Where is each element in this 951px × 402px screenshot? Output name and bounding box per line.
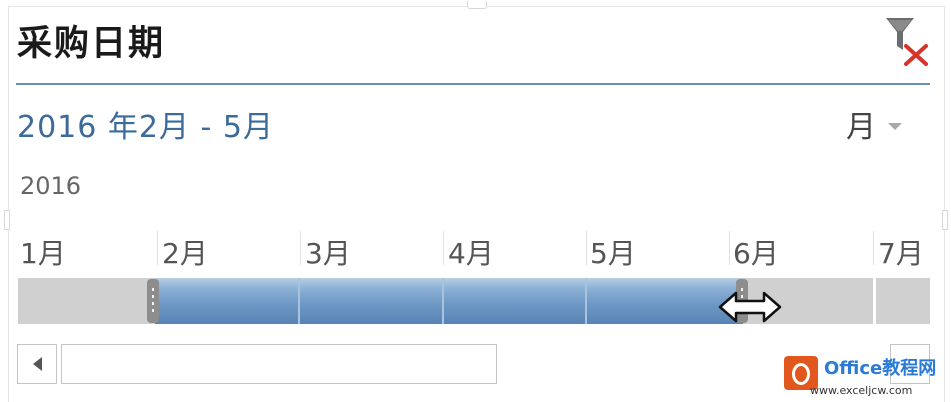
month-label-2: 2月 <box>162 237 208 270</box>
selected-range-label: 2016 年2月 - 5月 <box>17 110 274 145</box>
selection-period-divider <box>442 278 444 324</box>
selection-period-divider <box>585 278 587 324</box>
timeline-selection[interactable] <box>155 278 743 324</box>
scroll-left-button[interactable] <box>17 344 57 384</box>
selection-period-divider <box>298 278 300 324</box>
month-tick <box>157 231 158 265</box>
selection-start-handle[interactable] <box>147 279 159 323</box>
month-label-3: 3月 <box>305 237 351 270</box>
resize-handle-right[interactable] <box>942 210 948 230</box>
month-tick <box>729 231 730 265</box>
month-label-1: 1月 <box>20 237 66 270</box>
year-label: 2016 <box>20 172 82 200</box>
resize-handle-left[interactable] <box>4 210 10 230</box>
time-level-dropdown[interactable]: 月 <box>846 104 902 145</box>
month-label-5: 5月 <box>590 237 636 270</box>
horizontal-resize-cursor-icon <box>718 291 782 323</box>
slicer-title: 采购日期 <box>17 24 166 64</box>
time-level-label: 月 <box>846 110 876 145</box>
timeline-scrollbar-thumb[interactable] <box>61 344 497 384</box>
month-label-4: 4月 <box>448 237 494 270</box>
chevron-down-icon <box>888 122 902 130</box>
watermark-url: www.exceljcw.com <box>810 384 913 397</box>
clear-filter-button[interactable] <box>882 16 932 68</box>
month-tick <box>300 231 301 265</box>
filter-clear-icon <box>886 18 928 66</box>
month-tick <box>443 231 444 265</box>
watermark-name: Office教程网 <box>824 358 937 379</box>
track-period-divider <box>873 278 876 324</box>
month-label-7: 7月 <box>878 237 924 270</box>
month-tick <box>586 231 587 265</box>
title-divider <box>16 83 930 85</box>
month-label-6: 6月 <box>733 237 779 270</box>
month-tick <box>873 231 874 265</box>
resize-handle-top[interactable] <box>467 1 487 9</box>
triangle-left-icon <box>32 357 42 371</box>
site-watermark: Office教程网 www.exceljcw.com <box>780 352 948 400</box>
